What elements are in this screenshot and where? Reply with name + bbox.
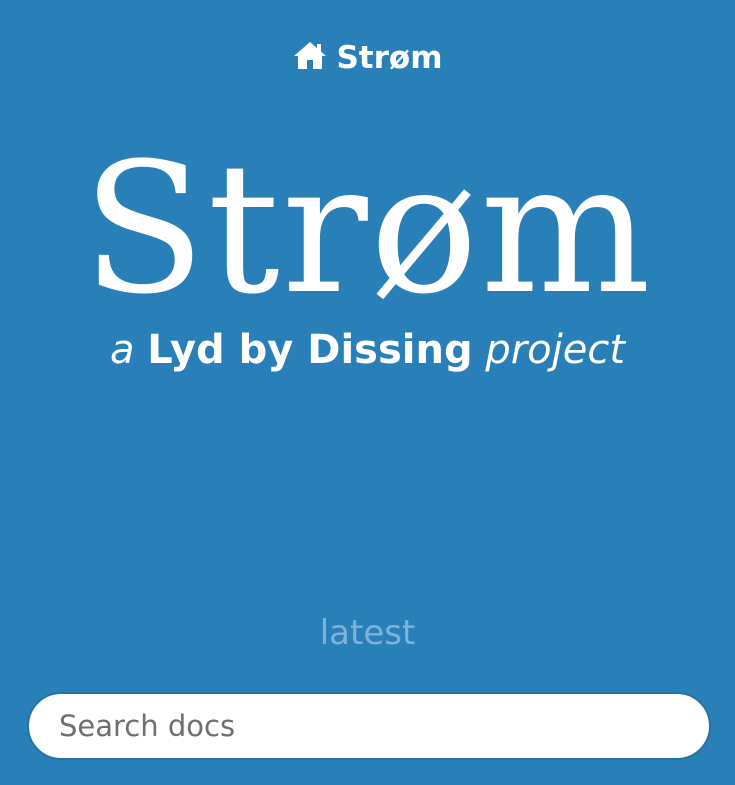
- version-label: latest: [319, 613, 416, 653]
- tagline-company: Lyd by Dissing: [147, 327, 473, 373]
- home-icon: [292, 39, 328, 71]
- search-input[interactable]: [29, 694, 709, 758]
- hero-title: Strøm: [82, 125, 653, 334]
- search-box: [27, 692, 711, 760]
- project-name: Strøm: [336, 40, 443, 76]
- tagline-suffix: project: [485, 327, 626, 373]
- tagline: a Lyd by Dissing project: [0, 322, 735, 378]
- tagline-prefix: a: [109, 327, 135, 373]
- home-link[interactable]: Strøm: [0, 36, 735, 80]
